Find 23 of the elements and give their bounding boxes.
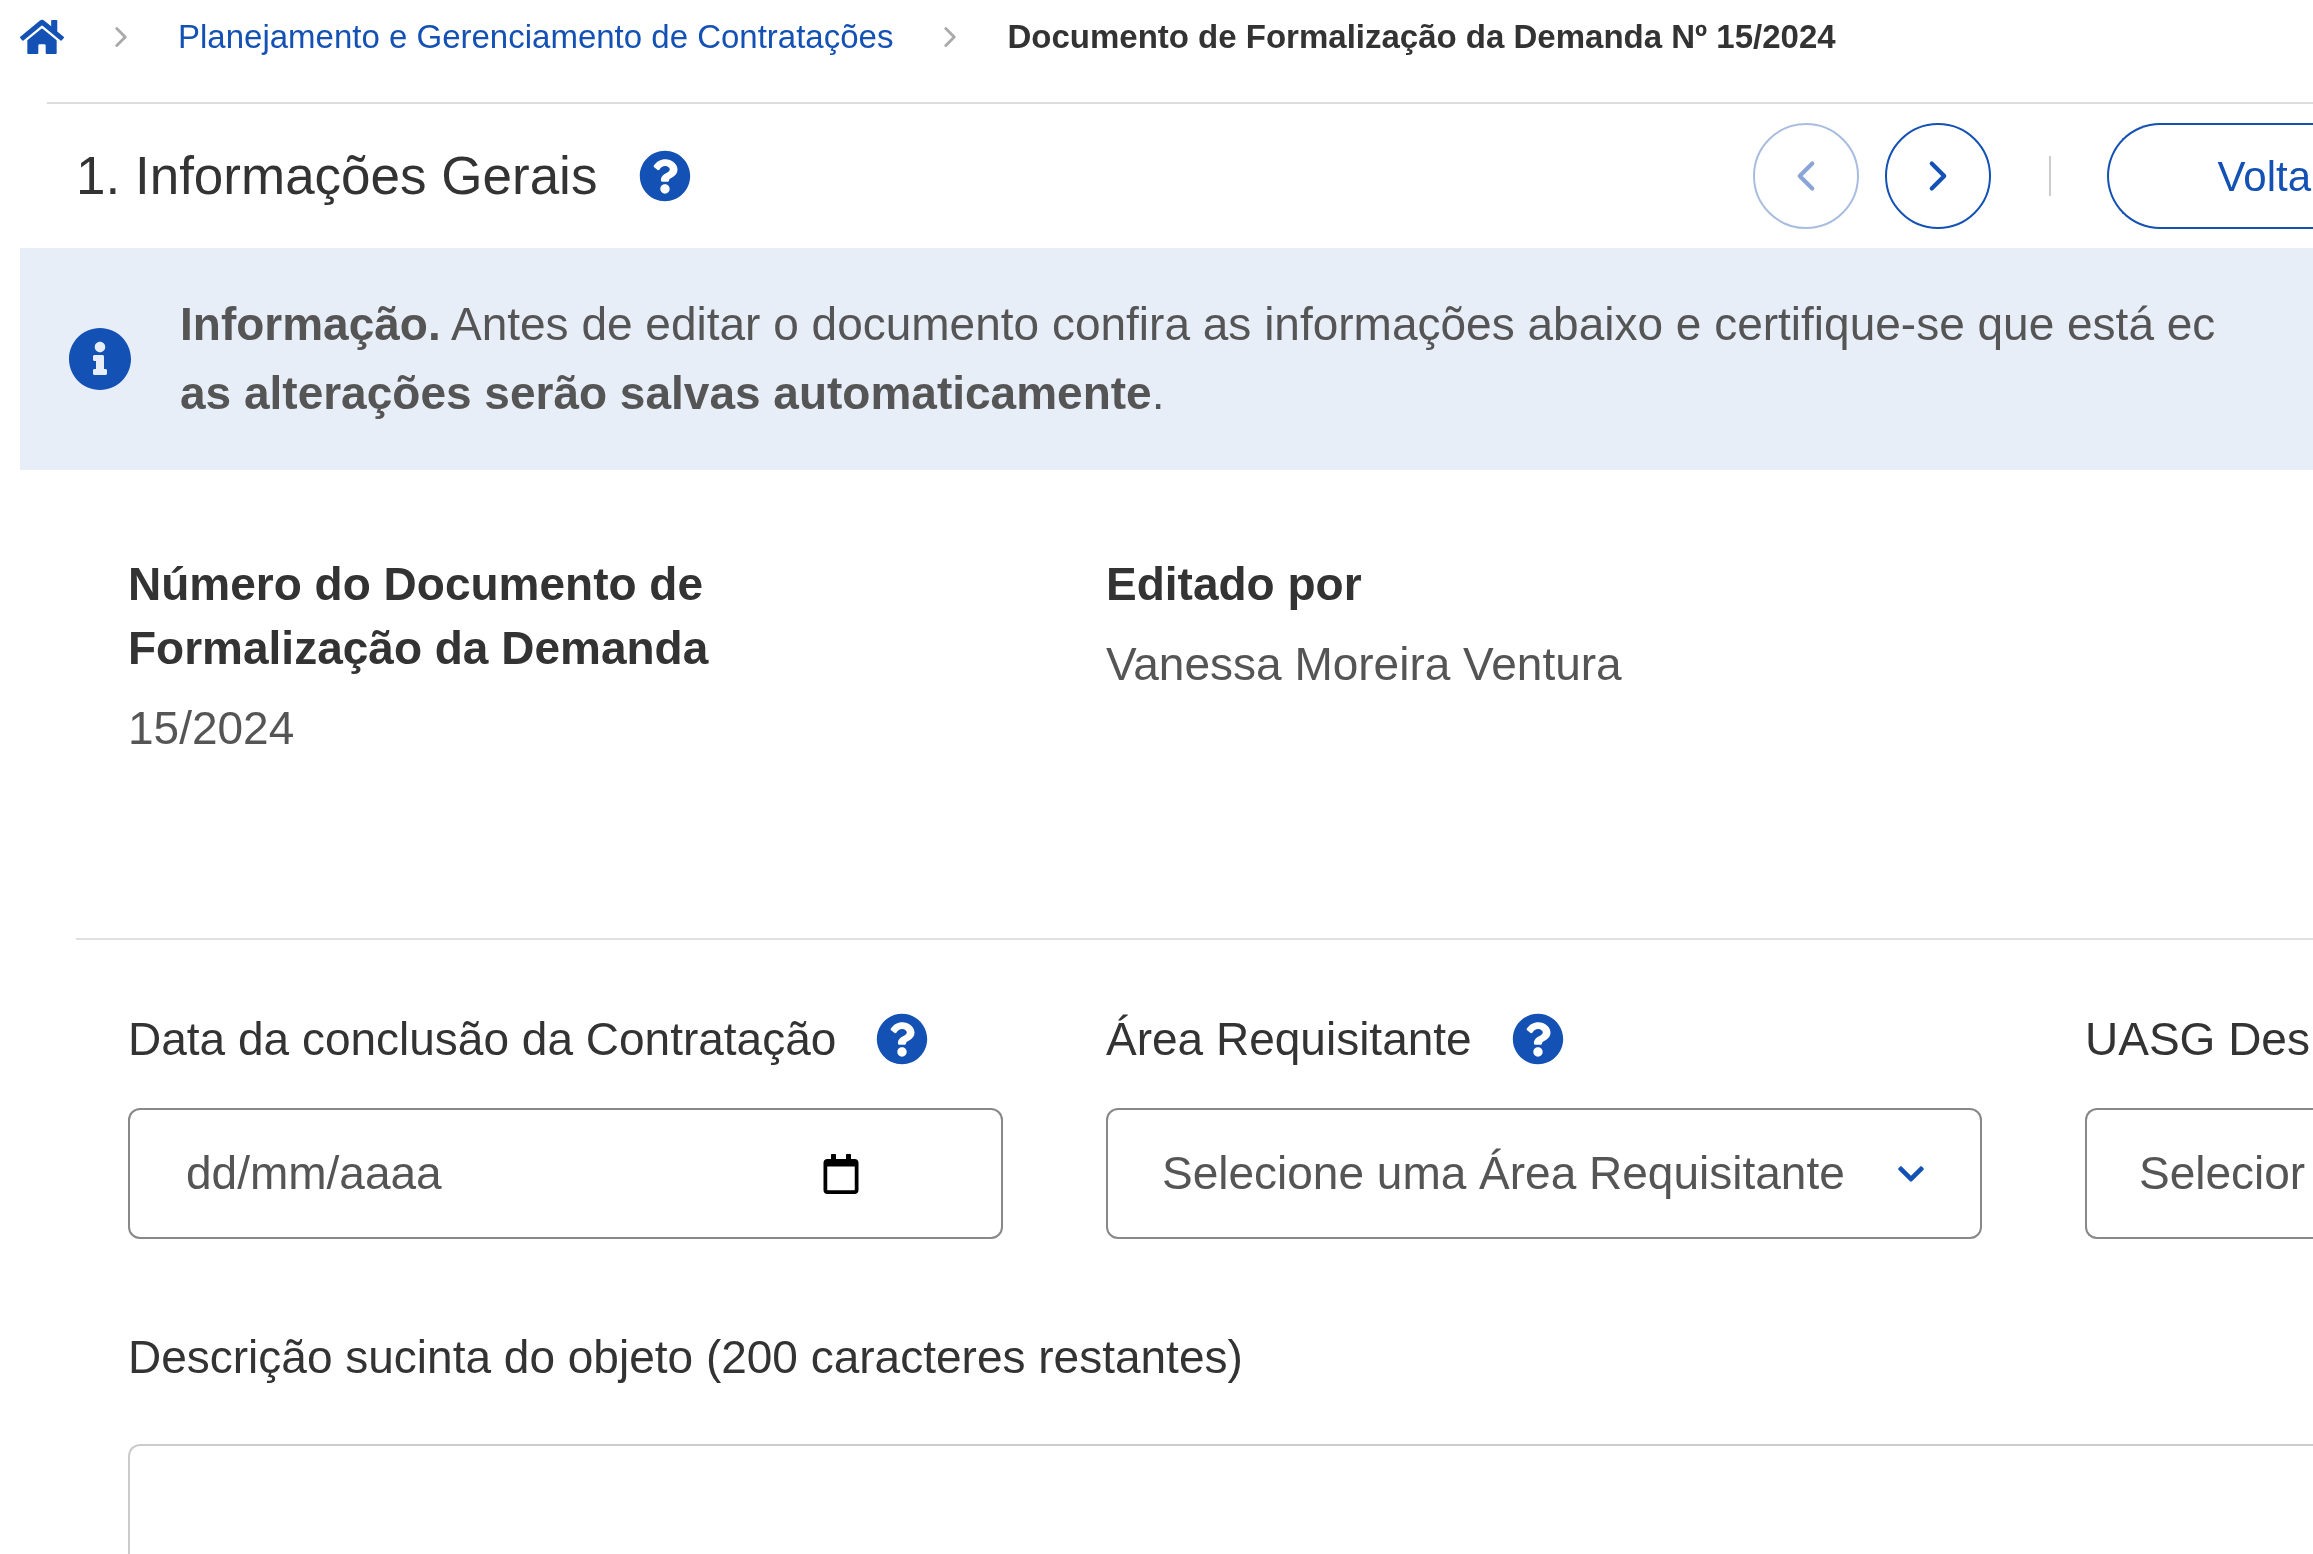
- select-field[interactable]: Selecior: [2085, 1108, 2313, 1239]
- info-value: Vanessa Moreira Ventura: [1106, 637, 1623, 692]
- help-icon[interactable]: [876, 1013, 929, 1065]
- field-label: Área Requisitante: [1106, 1011, 1472, 1067]
- field-label: Descrição sucinta do objeto (200 caracteres restantes): [128, 1330, 1244, 1385]
- breadcrumb-link[interactable]: Planejamento e Gerenciamento de Contratações: [178, 12, 894, 62]
- select-field[interactable]: Selecione uma Área Requisitante: [1106, 1108, 1982, 1239]
- alert-text: Informação. Antes de editar o documento confira as informações abaixo e certifique-se que está ec as alterações serão salvas automaticamente.: [180, 297, 2217, 421]
- home-icon[interactable]: [20, 17, 64, 57]
- help-icon[interactable]: [639, 150, 692, 202]
- field-label: UASG Des: [2085, 1011, 2310, 1067]
- info-label: Editado por: [1106, 557, 1363, 612]
- breadcrumb-current: Documento de Formalização da Demanda Nº 15/2024: [1007, 17, 1836, 58]
- info-label: Número do Documento de Formalização da Demanda: [128, 557, 710, 676]
- back-button[interactable]: Volta: [2107, 123, 2313, 229]
- field-label: Data da conclusão da Contratação: [128, 1011, 837, 1067]
- date-input-field[interactable]: dd/mm/aaaa: [128, 1108, 1003, 1239]
- info-value: 15/2024: [128, 701, 296, 756]
- section-title: 1. Informações Gerais: [76, 145, 598, 208]
- info-icon: [68, 327, 132, 391]
- help-icon[interactable]: [1511, 1013, 1564, 1065]
- calendar-icon: [821, 1153, 861, 1194]
- next-button[interactable]: [1885, 123, 1991, 229]
